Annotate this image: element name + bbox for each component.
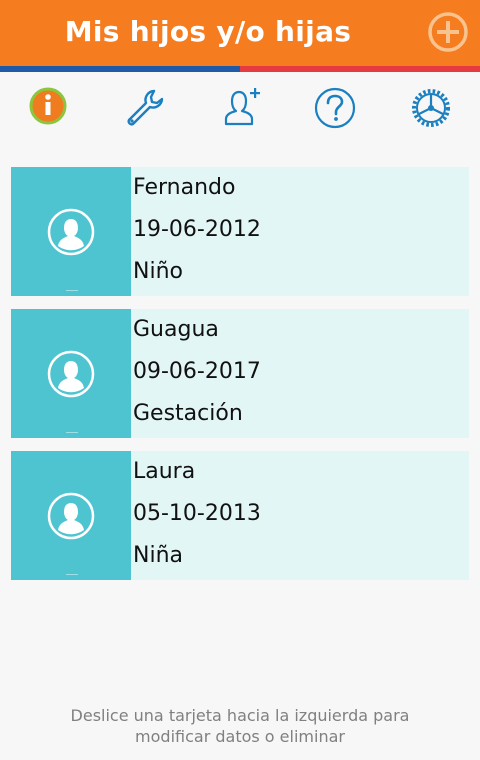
child-birthdate: 09-06-2017	[133, 359, 261, 384]
child-card[interactable]: Fernando 19-06-2012 Niño	[11, 167, 469, 296]
photo-underline	[66, 432, 78, 433]
child-card[interactable]: Guagua 09-06-2017 Gestación	[11, 309, 469, 438]
user-avatar-icon	[47, 350, 95, 398]
swipe-hint-line-1: Deslice una tarjeta hacia la izquierda p…	[70, 706, 410, 725]
app-header: Mis hijos y/o hijas	[0, 0, 480, 66]
swipe-hint-line-2: modificar datos o eliminar	[135, 727, 345, 746]
child-info: Guagua 09-06-2017 Gestación	[133, 309, 261, 435]
add-child-button[interactable]	[427, 11, 469, 53]
child-name: Laura	[133, 459, 196, 484]
child-info: Fernando 19-06-2012 Niño	[133, 167, 261, 293]
add-user-icon	[224, 88, 260, 126]
child-status: Gestación	[133, 401, 243, 426]
child-status: Niña	[133, 543, 183, 568]
info-icon	[29, 87, 67, 125]
child-info: Laura 05-10-2013 Niña	[133, 451, 261, 577]
info-button[interactable]	[24, 86, 72, 130]
settings-button[interactable]	[407, 86, 455, 130]
child-birthdate: 19-06-2012	[133, 217, 261, 242]
child-name: Guagua	[133, 317, 219, 342]
user-avatar-icon	[47, 208, 95, 256]
child-photo	[11, 309, 131, 438]
photo-underline	[66, 574, 78, 575]
plus-circle-icon	[428, 12, 468, 52]
child-photo	[11, 167, 131, 296]
settings-wheel-icon	[412, 89, 450, 127]
child-photo	[11, 451, 131, 580]
wrench-icon	[127, 89, 164, 126]
child-birthdate: 05-10-2013	[133, 501, 261, 526]
photo-underline	[66, 290, 78, 291]
child-status: Niño	[133, 259, 183, 284]
swipe-hint: Deslice una tarjeta hacia la izquierda p…	[0, 705, 480, 747]
user-avatar-icon	[47, 492, 95, 540]
add-child-profile-button[interactable]	[218, 86, 266, 130]
page-title: Mis hijos y/o hijas	[64, 15, 352, 48]
help-icon	[314, 87, 356, 129]
children-list: Fernando 19-06-2012 Niño Guagua 09-06-20…	[11, 167, 469, 593]
help-button[interactable]	[311, 86, 359, 130]
toolbar	[0, 72, 480, 144]
child-card[interactable]: Laura 05-10-2013 Niña	[11, 451, 469, 580]
tools-button[interactable]	[121, 86, 169, 130]
child-name: Fernando	[133, 175, 236, 200]
